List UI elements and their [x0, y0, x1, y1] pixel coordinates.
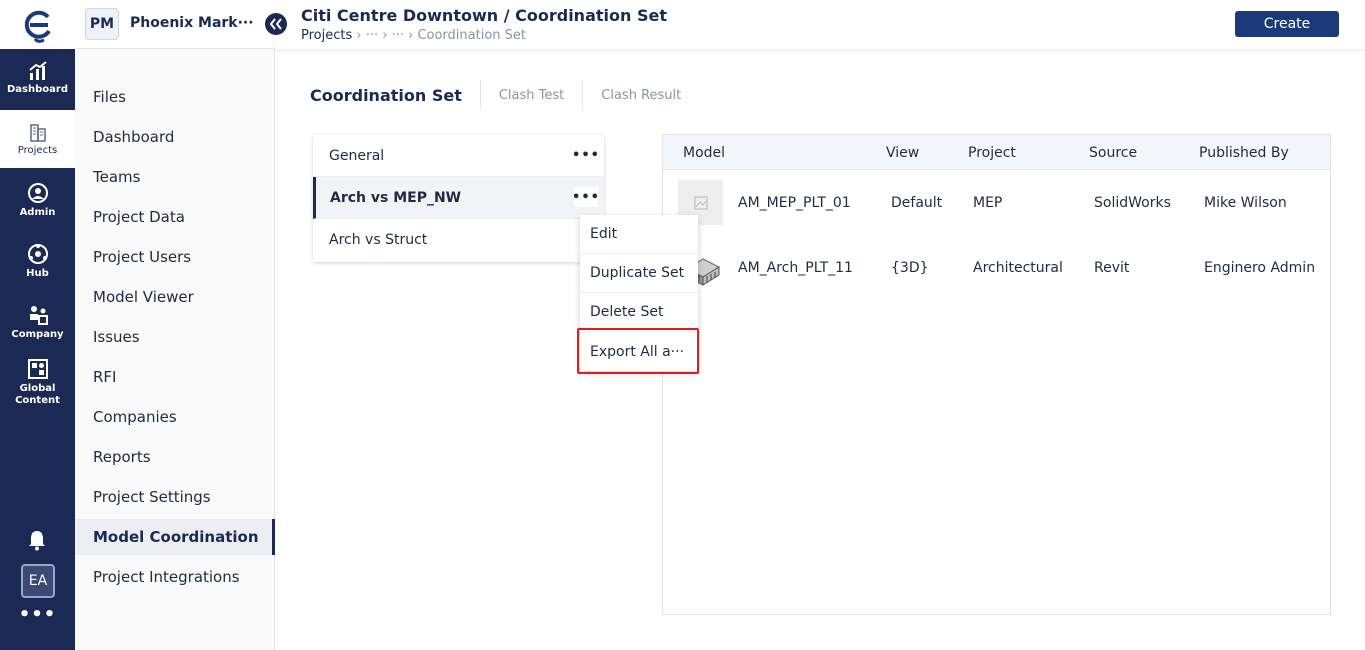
list-item[interactable]: Arch vs MEP_NW •••: [313, 177, 604, 219]
rail-label: Admin: [19, 206, 56, 218]
page-title: Citi Centre Downtown / Coordination Set: [301, 6, 667, 25]
rail-global-content[interactable]: Global Content: [0, 354, 75, 410]
menu-item-duplicate-set[interactable]: Duplicate Set: [580, 254, 698, 293]
project-name: Phoenix Mark···: [130, 15, 254, 31]
project-switcher[interactable]: PM Phoenix Mark···: [75, 0, 275, 49]
sidebar-item-project-users[interactable]: Project Users: [75, 239, 275, 275]
sidebar-item-model-coordination[interactable]: Model Coordination: [75, 519, 275, 555]
rail-label: Dashboard: [7, 83, 68, 95]
rail-label: Projects: [17, 144, 58, 156]
column-header-model: Model: [683, 145, 726, 161]
rail-label: Global Content: [15, 382, 60, 406]
tab-clash-test[interactable]: Clash Test: [479, 80, 582, 110]
tab-clash-result[interactable]: Clash Result: [582, 80, 699, 110]
column-header-project: Project: [968, 145, 1016, 161]
sidebar-item-dashboard[interactable]: Dashboard: [75, 119, 275, 155]
project-sidebar: PM Phoenix Mark··· Files Dashboard Teams…: [75, 0, 275, 650]
column-header-view: View: [886, 145, 920, 161]
table-header: Model View Project Source Published By: [663, 135, 1330, 170]
icon-rail: Dashboard Projects Admin Hub Company Glo…: [0, 0, 75, 650]
cell-published-by: Enginero Admin: [1204, 260, 1316, 276]
image-placeholder-icon: [694, 196, 707, 209]
buildings-icon: [29, 123, 46, 142]
cell-view: Default: [891, 195, 943, 211]
menu-item-delete-set[interactable]: Delete Set: [580, 293, 698, 332]
breadcrumb-trail[interactable]: › ··· › ··· › Coordination Set: [352, 28, 526, 43]
bell-icon[interactable]: [26, 529, 48, 551]
sidebar-item-companies[interactable]: Companies: [75, 399, 275, 435]
highlight-box: [577, 328, 699, 374]
logo-icon: [24, 10, 51, 43]
more-options-icon[interactable]: •••: [572, 187, 599, 207]
cell-source: Revit: [1094, 260, 1130, 276]
rail-hub[interactable]: Hub: [0, 232, 75, 290]
breadcrumb: Projects › ··· › ··· › Coordination Set: [301, 28, 526, 43]
project-badge: PM: [85, 8, 119, 40]
rail-company[interactable]: Company: [0, 293, 75, 351]
rail-label: Hub: [26, 267, 49, 279]
sidebar-item-project-data[interactable]: Project Data: [75, 199, 275, 235]
cell-published-by: Mike Wilson: [1204, 195, 1287, 211]
set-name: General: [329, 147, 385, 164]
team-icon: [29, 305, 48, 325]
app-logo[interactable]: [0, 0, 75, 49]
grid-content-icon: [27, 358, 48, 379]
user-circle-icon: [27, 182, 48, 203]
user-avatar[interactable]: EA: [21, 564, 55, 598]
set-name: Arch vs Struct: [329, 232, 428, 248]
hub-icon: [27, 243, 48, 264]
rail-dashboard[interactable]: Dashboard: [0, 49, 75, 107]
page-header: Citi Centre Downtown / Coordination Set …: [275, 0, 1365, 49]
coordination-set-list: General ••• Arch vs MEP_NW ••• Arch vs S…: [313, 135, 604, 262]
cell-project: Architectural: [973, 260, 1063, 276]
list-item[interactable]: Arch vs Struct: [313, 219, 604, 261]
rail-projects[interactable]: Projects: [0, 110, 75, 168]
chart-icon: [28, 60, 47, 80]
rail-label: Company: [11, 328, 64, 340]
sidebar-item-teams[interactable]: Teams: [75, 159, 275, 195]
cell-source: SolidWorks: [1094, 195, 1171, 211]
cell-project: MEP: [973, 195, 1003, 211]
coordination-tabs: Coordination Set Clash Test Clash Result: [310, 80, 699, 110]
cell-model: AM_MEP_PLT_01: [738, 195, 851, 211]
more-menu-icon[interactable]: •••: [0, 604, 75, 625]
list-item[interactable]: General •••: [313, 135, 604, 177]
cell-model: AM_Arch_PLT_11: [738, 260, 853, 276]
column-header-published-by: Published By: [1199, 145, 1289, 161]
sidebar-item-files[interactable]: Files: [75, 79, 275, 115]
collapse-sidebar-button[interactable]: [265, 13, 287, 35]
set-name: Arch vs MEP_NW: [330, 189, 462, 206]
sidebar-item-rfi[interactable]: RFI: [75, 359, 275, 395]
rail-admin[interactable]: Admin: [0, 171, 75, 229]
sidebar-item-model-viewer[interactable]: Model Viewer: [75, 279, 275, 315]
create-button[interactable]: Create: [1235, 11, 1339, 37]
double-chevron-left-icon: [269, 18, 282, 30]
sidebar-item-reports[interactable]: Reports: [75, 439, 275, 475]
tab-coordination-set[interactable]: Coordination Set: [310, 80, 480, 110]
more-options-icon[interactable]: •••: [572, 145, 599, 165]
models-table: Model View Project Source Published By A…: [662, 134, 1331, 615]
breadcrumb-projects[interactable]: Projects: [301, 28, 352, 43]
sidebar-item-issues[interactable]: Issues: [75, 319, 275, 355]
menu-item-edit[interactable]: Edit: [580, 215, 698, 254]
sidebar-item-project-settings[interactable]: Project Settings: [75, 479, 275, 515]
sidebar-item-project-integrations[interactable]: Project Integrations: [75, 559, 275, 595]
cell-view: {3D}: [891, 260, 929, 276]
column-header-source: Source: [1089, 145, 1138, 161]
